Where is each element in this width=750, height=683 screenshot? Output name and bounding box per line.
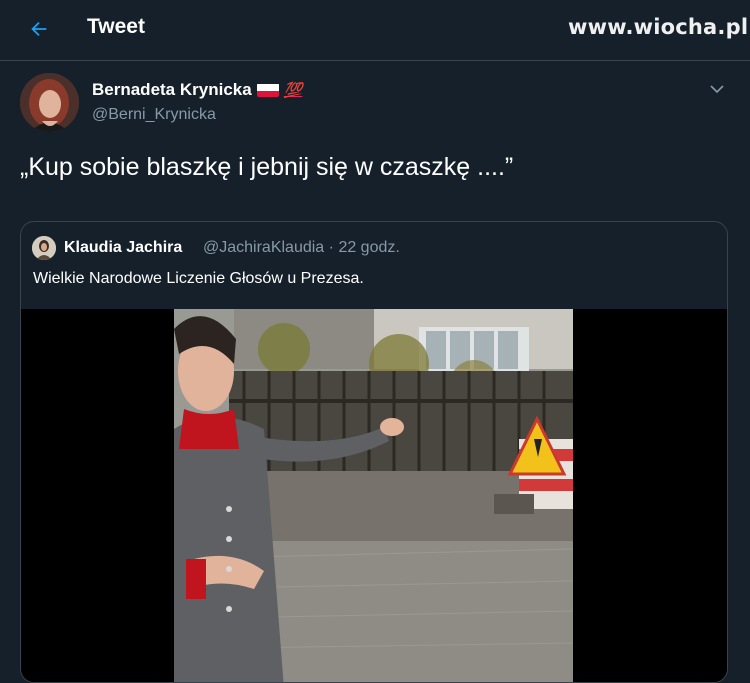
- tweet-text: „Kup sobie blaszkę i jebnij się w czaszk…: [20, 153, 514, 181]
- author-name-row[interactable]: Bernadeta Krynicka 💯: [92, 80, 302, 100]
- watermark: www.wiocha.pl: [568, 15, 749, 39]
- quoted-text: Wielkie Narodowe Liczenie Głosów u Preze…: [33, 270, 364, 287]
- meta-separator: ·: [328, 239, 334, 256]
- quoted-author-handle[interactable]: @JachiraKlaudia: [203, 239, 324, 256]
- header-bar: Tweet www.wiocha.pl: [0, 0, 750, 61]
- quoted-author-avatar[interactable]: [32, 236, 56, 260]
- video-frame: [174, 309, 573, 682]
- author-name[interactable]: Bernadeta Krynicka: [92, 80, 252, 100]
- video-player[interactable]: [21, 309, 727, 682]
- chevron-down-icon: [710, 85, 724, 94]
- quoted-time[interactable]: 22 godz.: [338, 239, 399, 256]
- author-handle[interactable]: @Berni_Krynicka: [92, 106, 216, 124]
- page-title: Tweet: [87, 15, 145, 38]
- quoted-author-name[interactable]: Klaudia Jachira: [64, 239, 182, 257]
- quoted-meta: @JachiraKlaudia · 22 godz.: [203, 239, 400, 257]
- hundred-points-icon: 💯: [283, 82, 303, 99]
- author-avatar[interactable]: [20, 73, 79, 132]
- poland-flag-icon: [256, 83, 279, 97]
- more-options-button[interactable]: [708, 80, 726, 98]
- back-arrow-icon: [31, 21, 47, 37]
- back-button[interactable]: [24, 14, 54, 44]
- quoted-tweet[interactable]: Klaudia Jachira @JachiraKlaudia · 22 god…: [20, 221, 728, 683]
